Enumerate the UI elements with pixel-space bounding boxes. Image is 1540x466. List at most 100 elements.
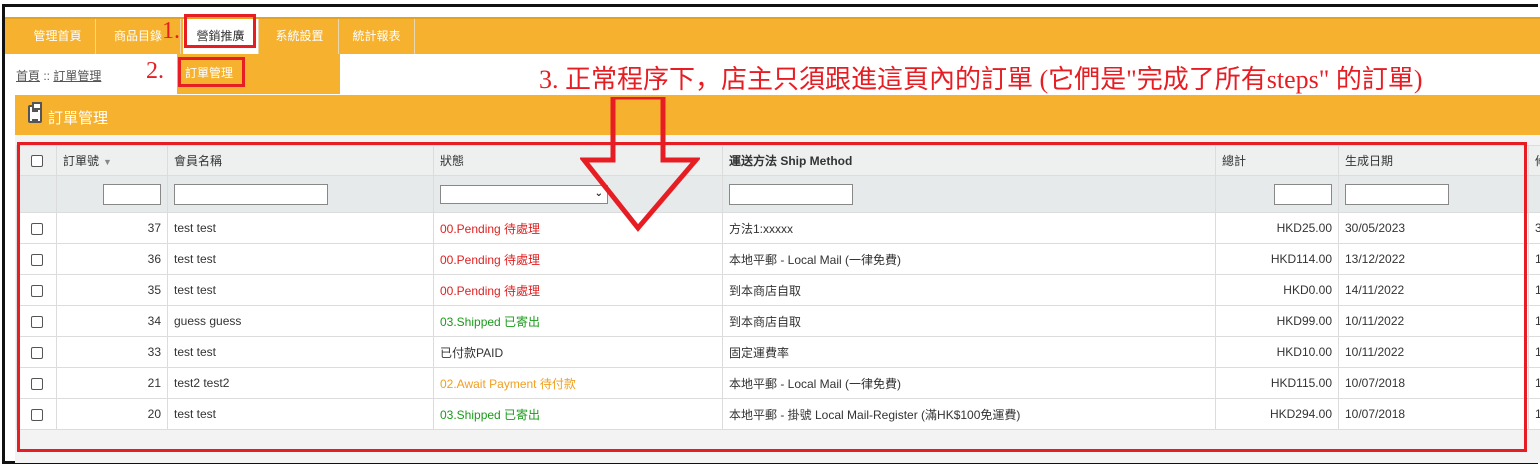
ship-method: 到本商店自取 <box>722 305 1216 337</box>
order-date: 14/11/2022 <box>1338 274 1529 306</box>
panel-header: 訂單管理 <box>15 95 1540 135</box>
row-select-cell <box>16 336 57 368</box>
order-date: 10/07/2018 <box>1338 367 1529 399</box>
extra-value: 1 <box>1528 274 1540 306</box>
order-id: 35 <box>56 274 168 306</box>
tab-system-settings[interactable]: 系統設置 <box>261 19 339 54</box>
row-select-cell <box>16 243 57 275</box>
header-row: 訂單號▼ 會員名稱 狀態 運送方法 Ship Method 總計 生成日期 修 <box>16 145 1540 176</box>
sort-desc-icon: ▼ <box>103 157 112 167</box>
table-row[interactable]: 21 test2 test2 02.Await Payment 待付款 本地平郵 - … <box>16 367 1540 399</box>
member-name: test test <box>167 274 434 306</box>
order-date: 13/12/2022 <box>1338 243 1529 275</box>
filter-empty <box>16 175 57 213</box>
submenu: 訂單管理 <box>177 54 340 94</box>
order-id: 37 <box>56 212 168 244</box>
row-checkbox[interactable] <box>30 284 43 297</box>
row-checkbox[interactable] <box>30 377 43 390</box>
filter-total-cell <box>1215 175 1339 213</box>
order-total: HKD294.00 <box>1215 398 1339 430</box>
extra-value: 1 <box>1528 398 1540 430</box>
filter-row: ⌄ <box>16 175 1540 213</box>
col-member[interactable]: 會員名稱 <box>167 145 434 176</box>
order-id: 34 <box>56 305 168 337</box>
order-status: 00.Pending 待處理 <box>433 243 723 275</box>
filter-created-cell <box>1338 175 1529 213</box>
order-status: 00.Pending 待處理 <box>433 274 723 306</box>
filter-ship-cell <box>722 175 1216 213</box>
top-nav: 管理首頁 商品目錄 營銷推廣 系統設置 統計報表 <box>5 17 1540 56</box>
ship-method: 本地平郵 - Local Mail (一律免費) <box>722 367 1216 399</box>
col-extra[interactable]: 修 <box>1528 145 1540 176</box>
filter-ship-input[interactable] <box>729 183 853 205</box>
tab-admin-home[interactable]: 管理首頁 <box>20 19 96 54</box>
order-status: 03.Shipped 已寄出 <box>433 305 723 337</box>
table-row[interactable]: 35 test test 00.Pending 待處理 到本商店自取 HKD0.00 14… <box>16 274 1540 306</box>
member-name: test2 test2 <box>167 367 434 399</box>
select-all-checkbox[interactable] <box>30 155 43 168</box>
annotation-step-1: 1. <box>162 18 180 44</box>
tab-reports[interactable]: 統計報表 <box>339 19 415 54</box>
clipboard-icon <box>28 102 42 123</box>
breadcrumb: 首頁 :: 訂單管理 <box>16 67 101 84</box>
ship-method: 本地平郵 - Local Mail (一律免費) <box>722 243 1216 275</box>
order-date: 30/05/2023 <box>1338 212 1529 244</box>
col-created[interactable]: 生成日期 <box>1338 145 1529 176</box>
table-row[interactable]: 37 test test 00.Pending 待處理 方法1:xxxxx HKD25.… <box>16 212 1540 244</box>
filter-member-cell <box>167 175 434 213</box>
row-checkbox[interactable] <box>30 222 43 235</box>
order-date: 10/11/2022 <box>1338 305 1529 337</box>
order-date: 10/07/2018 <box>1338 398 1529 430</box>
down-arrow-icon <box>580 97 700 232</box>
ship-method: 固定運費率 <box>722 336 1216 368</box>
filter-total-input[interactable] <box>1274 183 1332 205</box>
member-name: guess guess <box>167 305 434 337</box>
panel-title: 訂單管理 <box>48 110 109 127</box>
order-total: HKD99.00 <box>1215 305 1339 337</box>
col-order-no[interactable]: 訂單號 ▼ <box>56 145 168 176</box>
order-date: 10/11/2022 <box>1338 336 1529 368</box>
row-checkbox[interactable] <box>30 408 43 421</box>
row-select-cell <box>16 274 57 306</box>
col-ship-method[interactable]: 運送方法 Ship Method <box>722 145 1216 176</box>
order-status: 02.Await Payment 待付款 <box>433 367 723 399</box>
member-name: test test <box>167 336 434 368</box>
col-total[interactable]: 總計 <box>1215 145 1339 176</box>
order-total: HKD10.00 <box>1215 336 1339 368</box>
row-select-cell <box>16 212 57 244</box>
annotation-step-2: 2. <box>146 58 164 84</box>
filter-order-no-input[interactable] <box>103 183 161 205</box>
table-row[interactable]: 33 test test 已付款PAID 固定運費率 HKD10.00 10/11/202… <box>16 336 1540 368</box>
order-id: 21 <box>56 367 168 399</box>
order-total: HKD25.00 <box>1215 212 1339 244</box>
member-name: test test <box>167 212 434 244</box>
extra-value: 1 <box>1528 243 1540 275</box>
row-select-cell <box>16 305 57 337</box>
member-name: test test <box>167 398 434 430</box>
filter-order-no-cell <box>56 175 168 213</box>
row-checkbox[interactable] <box>30 315 43 328</box>
extra-value: 1 <box>1528 367 1540 399</box>
extra-value: 3 <box>1528 212 1540 244</box>
table-row[interactable]: 20 test test 03.Shipped 已寄出 本地平郵 - 掛號 Local… <box>16 398 1540 430</box>
order-total: HKD0.00 <box>1215 274 1339 306</box>
member-name: test test <box>167 243 434 275</box>
tab-marketing[interactable]: 營銷推廣 <box>183 19 259 56</box>
annotation-step-3: 3. 正常程序下，店主只須跟進這頁內的訂單 (它們是"完成了所有steps" 的… <box>539 65 1423 94</box>
submenu-orders[interactable]: 訂單管理 <box>185 64 233 81</box>
order-status: 已付款PAID <box>433 336 723 368</box>
filter-member-input[interactable] <box>174 183 328 205</box>
extra-value: 1 <box>1528 336 1540 368</box>
breadcrumb-current[interactable]: 訂單管理 <box>53 69 101 83</box>
table-row[interactable]: 36 test test 00.Pending 待處理 本地平郵 - Local Ma… <box>16 243 1540 275</box>
order-id: 33 <box>56 336 168 368</box>
breadcrumb-home[interactable]: 首頁 <box>16 69 40 83</box>
ship-method: 本地平郵 - 掛號 Local Mail-Register (滿HK$100免運… <box>722 398 1216 430</box>
extra-value: 1 <box>1528 305 1540 337</box>
filter-created-input[interactable] <box>1345 183 1449 205</box>
row-checkbox[interactable] <box>30 253 43 266</box>
table-row[interactable]: 34 guess guess 03.Shipped 已寄出 到本商店自取 HKD99.0… <box>16 305 1540 337</box>
row-checkbox[interactable] <box>30 346 43 359</box>
row-select-cell <box>16 398 57 430</box>
order-id: 36 <box>56 243 168 275</box>
